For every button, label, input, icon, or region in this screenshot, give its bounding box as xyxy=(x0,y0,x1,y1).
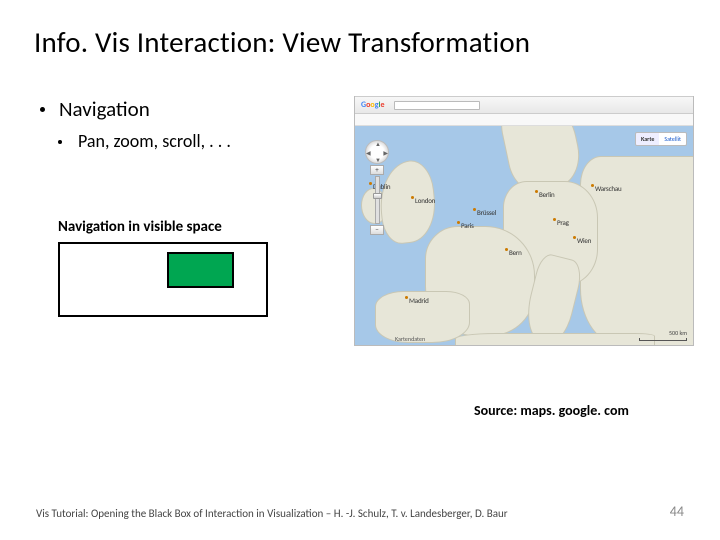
zoom-slider-handle[interactable] xyxy=(373,193,382,199)
pan-up-icon[interactable]: ▲ xyxy=(375,140,381,148)
city-label: Berlin xyxy=(539,190,554,199)
map-subbar xyxy=(355,114,693,126)
search-input[interactable] xyxy=(394,101,480,110)
page-number: 44 xyxy=(670,503,684,520)
city-marker xyxy=(591,184,594,187)
city-label: Prag xyxy=(557,218,569,227)
slide: Info. Vis Interaction: View Transformati… xyxy=(0,0,720,540)
city-marker xyxy=(535,190,538,193)
slide-footer: Vis Tutorial: Opening the Black Box of I… xyxy=(36,503,684,520)
scale-bar-line xyxy=(639,338,687,341)
city-marker xyxy=(573,236,576,239)
land-mass xyxy=(455,333,655,345)
city-label: Paris xyxy=(461,221,474,230)
viewport-rectangle xyxy=(167,252,234,288)
pan-wheel[interactable]: ▲ ▼ ▶ ◀ xyxy=(365,140,389,164)
bullet-dot xyxy=(58,140,62,144)
city-marker xyxy=(553,218,556,221)
map-attribution: Kartendaten xyxy=(395,335,425,343)
bullet-text: Pan, zoom, scroll, . . . xyxy=(78,130,231,152)
city-label: Brüssel xyxy=(477,208,496,217)
bullet-level-2: Pan, zoom, scroll, . . . xyxy=(52,130,314,152)
diagram-caption: Navigation in visible space xyxy=(58,218,314,236)
bullet-dot xyxy=(40,107,45,112)
pan-left-icon[interactable]: ◀ xyxy=(366,149,371,157)
map-canvas[interactable]: London Dublin Paris Brüssel Berlin Prag … xyxy=(355,126,693,345)
city-marker xyxy=(457,221,460,224)
zoom-slider-track[interactable] xyxy=(375,176,380,224)
scale-bar: 500 km xyxy=(639,329,687,341)
bullet-level-1: Navigation xyxy=(34,96,314,122)
map-screenshot: Google London Dublin xyxy=(354,96,694,346)
scale-label: 500 km xyxy=(669,329,687,337)
pan-right-icon[interactable]: ▶ xyxy=(383,149,388,157)
city-marker xyxy=(473,208,476,211)
map-view-button[interactable]: Karte xyxy=(636,133,659,145)
zoom-control: ▲ ▼ ▶ ◀ + − xyxy=(365,140,389,235)
city-label: Bern xyxy=(509,248,522,257)
bullet-text: Navigation xyxy=(59,96,150,122)
city-label: Warschau xyxy=(595,184,621,193)
city-label: Wien xyxy=(577,236,591,245)
satellite-view-button[interactable]: Satellit xyxy=(659,133,686,145)
city-label: Madrid xyxy=(409,296,429,305)
zoom-out-button[interactable]: − xyxy=(370,225,384,235)
content-columns: Navigation Pan, zoom, scroll, . . . Navi… xyxy=(34,96,686,346)
navigation-diagram xyxy=(58,242,268,317)
view-toggle: Karte Satellit xyxy=(635,132,687,146)
google-logo: Google xyxy=(361,100,385,110)
map-topbar: Google xyxy=(355,96,693,114)
image-source: Source: maps. google. com xyxy=(474,402,629,419)
right-column: Google London Dublin xyxy=(354,96,694,346)
page-title: Info. Vis Interaction: View Transformati… xyxy=(34,24,686,60)
pan-down-icon[interactable]: ▼ xyxy=(375,156,381,164)
city-label: London xyxy=(415,196,435,205)
zoom-in-button[interactable]: + xyxy=(370,165,384,175)
city-marker xyxy=(405,296,408,299)
footer-text: Vis Tutorial: Opening the Black Box of I… xyxy=(36,507,508,520)
left-column: Navigation Pan, zoom, scroll, . . . Navi… xyxy=(34,96,314,346)
city-marker xyxy=(411,196,414,199)
city-marker xyxy=(505,248,508,251)
